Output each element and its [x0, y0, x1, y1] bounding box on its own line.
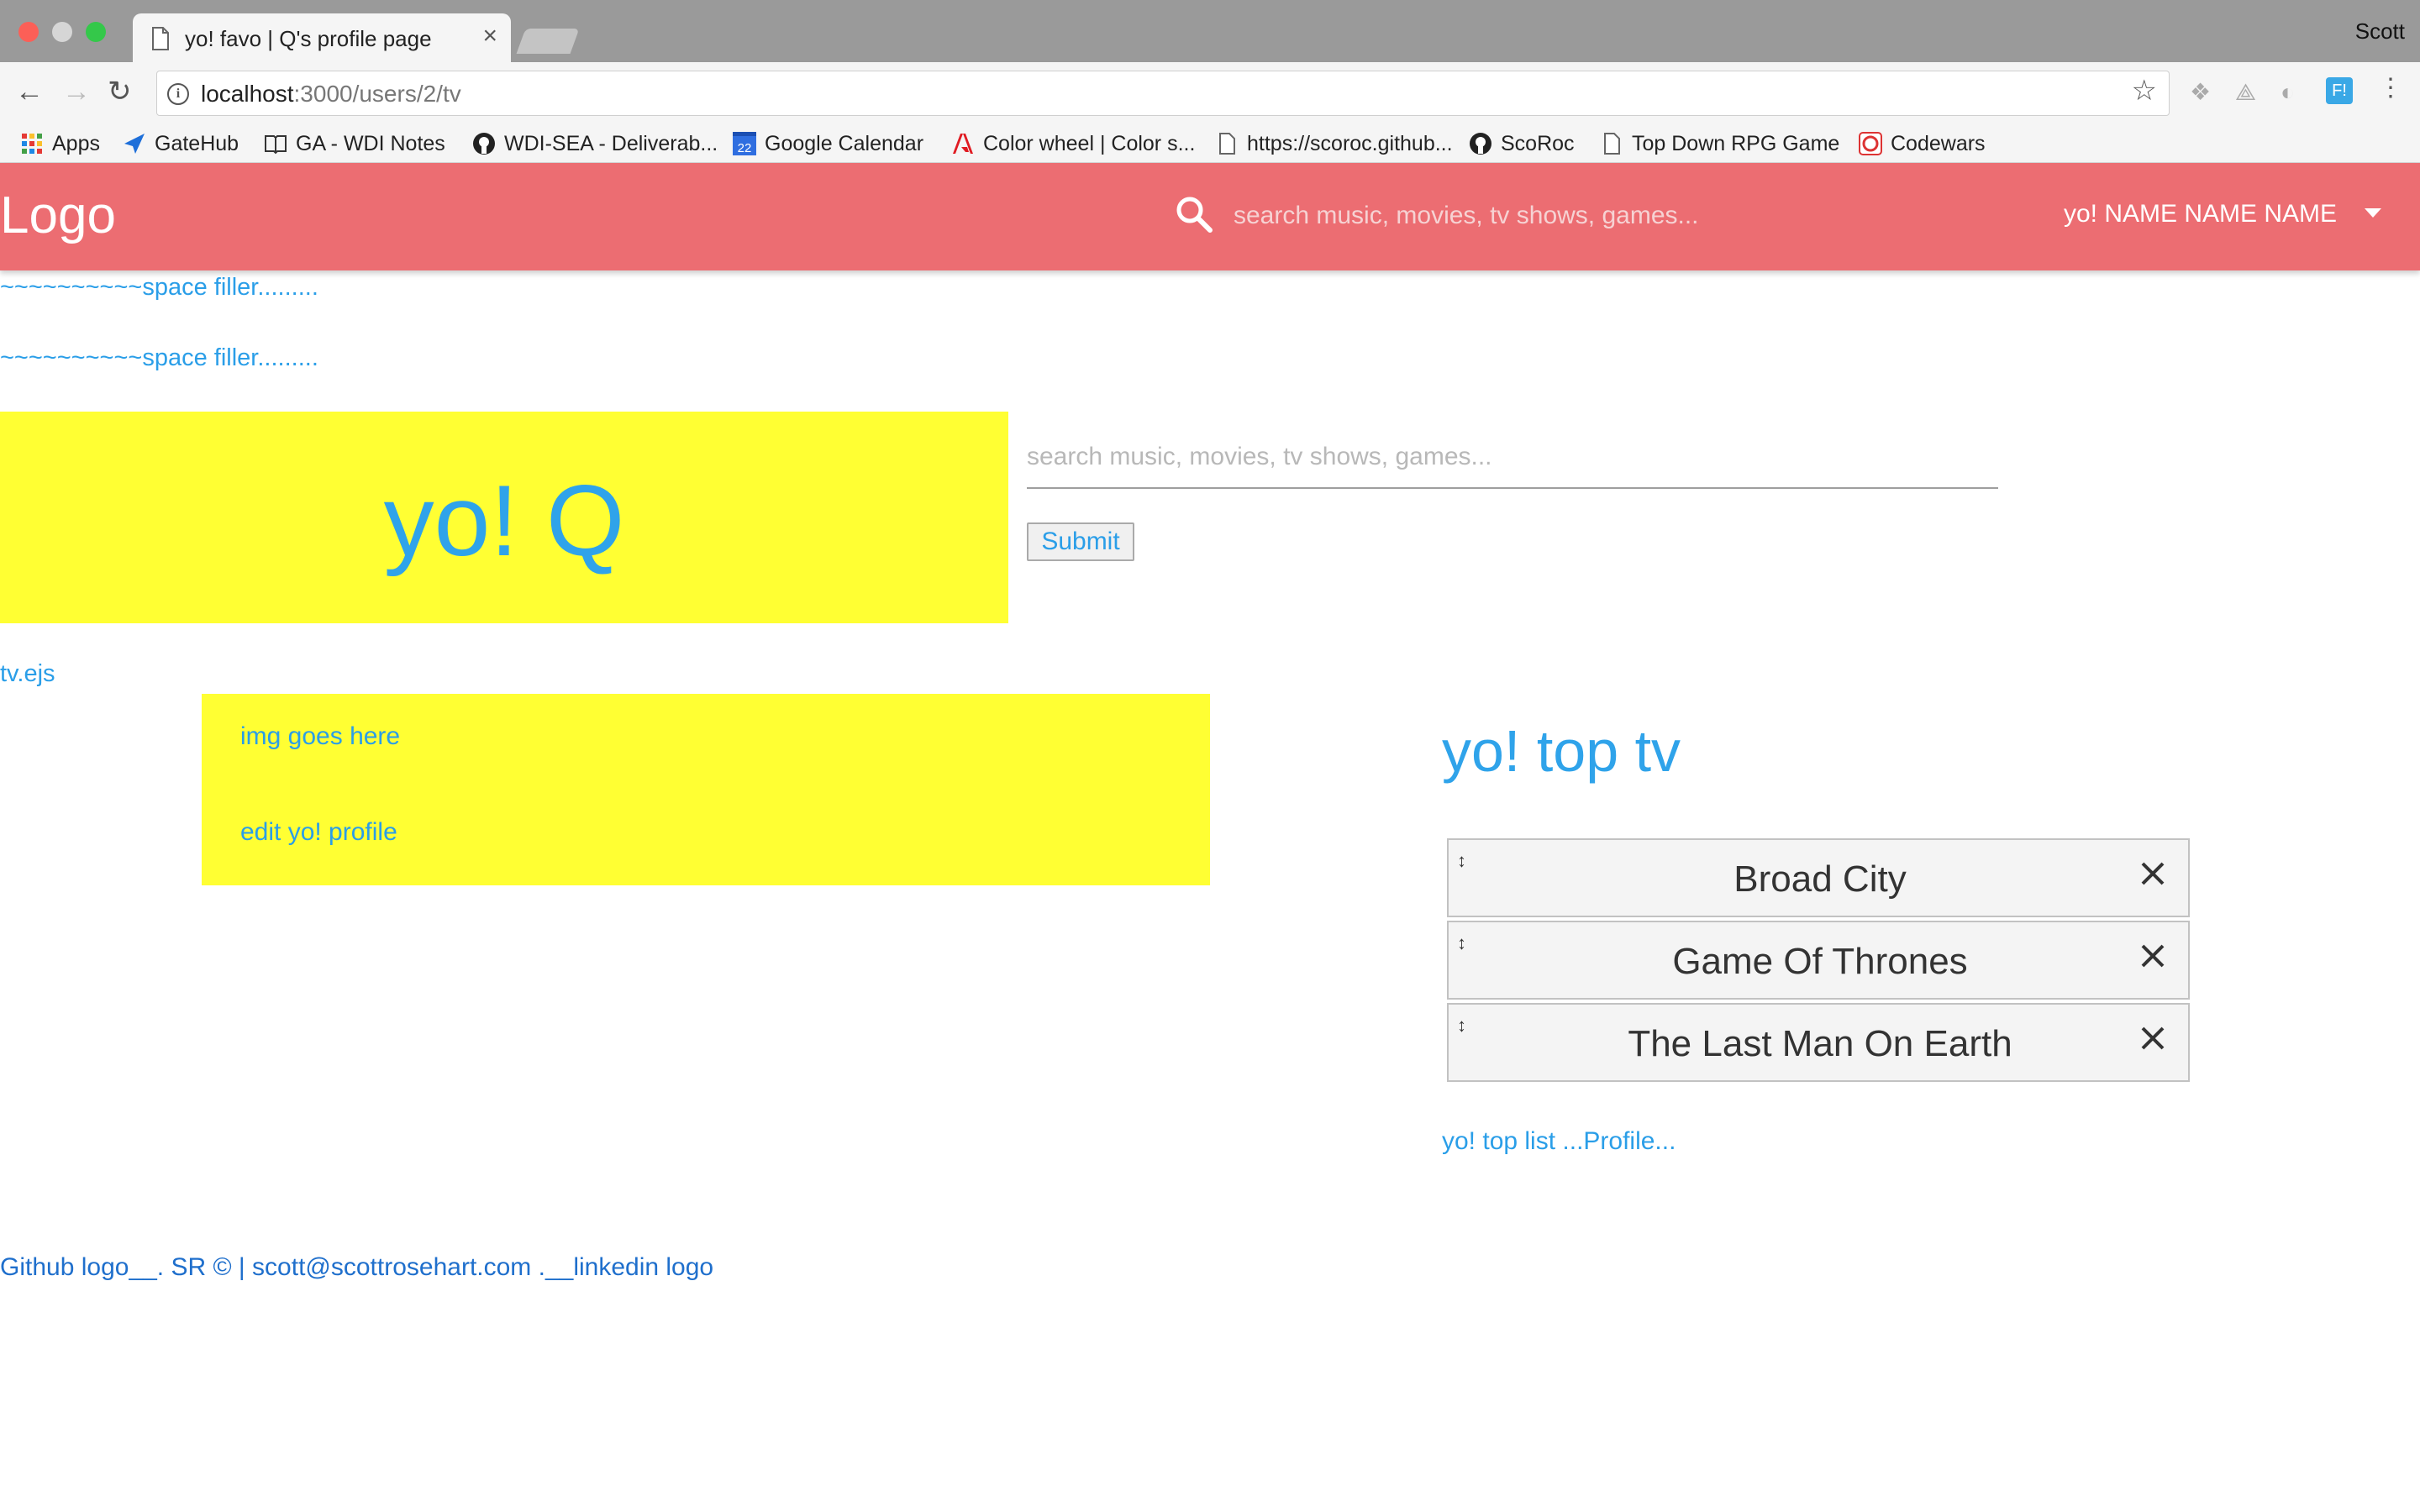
back-arrow-icon[interactable]: ←: [15, 77, 44, 106]
search-icon[interactable]: [1173, 193, 1215, 235]
bookmark-codewars[interactable]: Codewars: [1859, 124, 1986, 163]
bookmark-gatehub[interactable]: GateHub: [123, 124, 239, 163]
profile-card: img goes here edit yo! profile: [202, 694, 1210, 885]
bookmark-color-wheel[interactable]: Color wheel | Color s...: [951, 124, 1195, 163]
chevron-down-icon[interactable]: [2365, 208, 2381, 218]
site-footer[interactable]: Github logo__. SR © | scott@scottrosehar…: [0, 1253, 713, 1282]
page-icon: [152, 27, 169, 50]
close-icon[interactable]: [2136, 1021, 2170, 1055]
bookmark-apps[interactable]: Apps: [20, 124, 100, 163]
bookmark-label: WDI-SEA - Deliverab...: [504, 131, 718, 155]
profile-hero: yo! Q: [0, 412, 1008, 623]
close-window-button[interactable]: [18, 22, 39, 42]
tab-title: yo! favo | Q's profile page: [185, 26, 432, 51]
reload-icon[interactable]: ↻: [108, 77, 132, 106]
site-logo[interactable]: Logo: [0, 186, 116, 245]
submit-button[interactable]: Submit: [1027, 522, 1134, 561]
apps-grid-icon: [22, 134, 42, 154]
bookmark-label: GA - WDI Notes: [296, 131, 445, 155]
extension-icon[interactable]: ⟁: [2235, 81, 2256, 104]
bookmark-scoroc[interactable]: ScoRoc: [1469, 124, 1575, 163]
book-icon: [265, 135, 287, 155]
dropbox-extension-icon[interactable]: ❖: [2190, 81, 2211, 104]
top-list-profile-link[interactable]: yo! top list ...Profile...: [1442, 1127, 1676, 1156]
close-icon[interactable]: [2136, 939, 2170, 973]
forward-arrow-icon[interactable]: →: [62, 77, 91, 106]
extension-badge-icon[interactable]: F!: [2326, 77, 2353, 104]
list-item-title: Broad City: [1733, 858, 1907, 900]
bookmark-label: Google Calendar: [765, 131, 924, 155]
browser-titlebar: yo! favo | Q's profile page × Scott: [0, 0, 2420, 64]
top-list-title: yo! top tv: [1442, 718, 1681, 784]
url-path: :3000/users/2/tv: [293, 81, 461, 107]
address-url[interactable]: localhost:3000/users/2/tv: [201, 81, 461, 108]
close-icon[interactable]: [2136, 857, 2170, 890]
template-label[interactable]: tv.ejs: [0, 660, 55, 688]
github-icon: [473, 133, 495, 155]
extension-icon[interactable]: ◐: [2281, 81, 2295, 104]
media-search-input[interactable]: [1027, 427, 1998, 489]
info-icon[interactable]: i: [167, 83, 189, 105]
bookmarks-bar: Apps GateHub GA - WDI Notes WDI-SEA - De…: [0, 124, 2420, 163]
user-menu-label[interactable]: yo! NAME NAME NAME: [2064, 200, 2337, 228]
browser-toolbar: ← → ↻ i localhost:3000/users/2/tv ☆ ❖ ⟁ …: [0, 62, 2420, 124]
address-bar[interactable]: i localhost:3000/users/2/tv ☆: [156, 71, 2170, 116]
codewars-icon: [1859, 132, 1882, 155]
github-icon: [1470, 133, 1491, 155]
header-search-input[interactable]: [1232, 193, 1803, 239]
bookmark-label: GateHub: [155, 131, 239, 155]
site-header: Logo yo! NAME NAME NAME: [0, 163, 2420, 270]
bookmark-wdi-sea[interactable]: WDI-SEA - Deliverab...: [472, 124, 718, 163]
bookmark-label: Codewars: [1891, 131, 1986, 155]
browser-menu-icon[interactable]: ⋮: [2378, 76, 2403, 101]
space-filler[interactable]: ~~~~~~~~~~space filler.........: [0, 274, 318, 302]
space-filler[interactable]: ~~~~~~~~~~space filler.........: [0, 344, 318, 372]
list-item-title: Game Of Thrones: [1672, 941, 1968, 982]
bookmark-google-calendar[interactable]: 22 Google Calendar: [733, 124, 923, 163]
bookmark-label: Top Down RPG Game: [1632, 131, 1840, 155]
bookmark-label: Color wheel | Color s...: [983, 131, 1196, 155]
gatehub-icon: [124, 134, 145, 154]
bookmark-label: ScoRoc: [1501, 131, 1575, 155]
bookmark-scoroc-github[interactable]: https://scoroc.github...: [1215, 124, 1453, 163]
calendar-icon: 22: [733, 132, 756, 155]
bookmark-label: https://scoroc.github...: [1247, 131, 1453, 155]
edit-profile-link[interactable]: edit yo! profile: [240, 818, 397, 847]
top-tv-list: ↕ Broad City ↕ Game Of Thrones ↕ The Las…: [1447, 838, 2190, 1085]
page-icon: [1219, 133, 1235, 155]
close-tab-icon[interactable]: ×: [482, 24, 497, 49]
bookmark-top-down-rpg[interactable]: Top Down RPG Game: [1600, 124, 1839, 163]
list-item[interactable]: ↕ Broad City: [1447, 838, 2190, 917]
browser-tab-active[interactable]: yo! favo | Q's profile page ×: [133, 13, 511, 64]
maximize-window-button[interactable]: [86, 22, 106, 42]
adobe-icon: [953, 134, 973, 154]
new-tab-button[interactable]: [516, 29, 580, 54]
bookmark-label: Apps: [52, 131, 100, 155]
list-item[interactable]: ↕ Game Of Thrones: [1447, 921, 2190, 1000]
profile-image-placeholder[interactable]: img goes here: [240, 722, 400, 751]
list-item[interactable]: ↕ The Last Man On Earth: [1447, 1003, 2190, 1082]
list-item-title: The Last Man On Earth: [1628, 1023, 2012, 1064]
profile-hero-title: yo! Q: [383, 465, 625, 577]
url-host: localhost: [201, 81, 294, 107]
page-icon: [1604, 133, 1620, 155]
bookmark-star-icon[interactable]: ☆: [2132, 76, 2157, 105]
minimize-window-button[interactable]: [52, 22, 72, 42]
bookmark-ga-wdi-notes[interactable]: GA - WDI Notes: [264, 124, 445, 163]
browser-profile-name[interactable]: Scott: [2355, 18, 2405, 45]
